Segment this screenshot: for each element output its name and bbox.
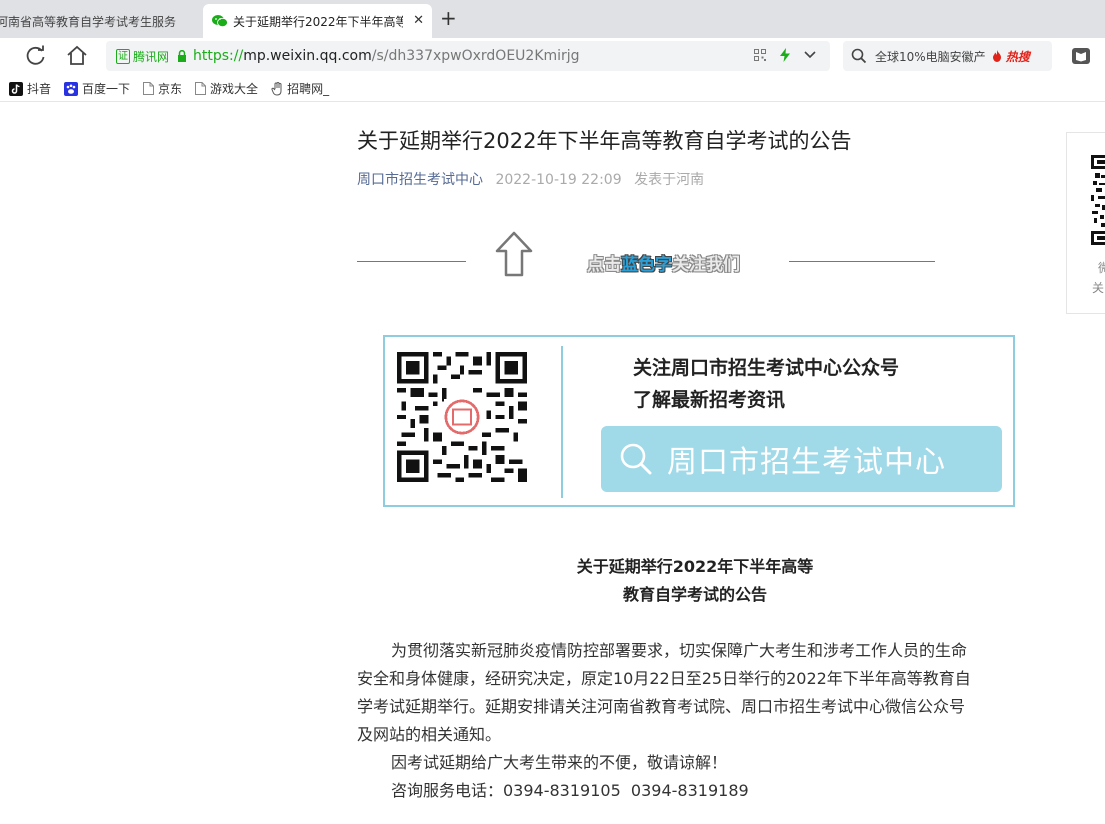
- url-scheme: https://: [193, 48, 244, 64]
- browser-toolbar: 证 腾讯网 https://mp.weixin.qq.com/s/dh337xp…: [0, 38, 1105, 74]
- apology-line: 因考试延期给广大考生带来的不便，敬请谅解！: [391, 753, 728, 772]
- account-name-link[interactable]: 周口市招生考试中心: [357, 172, 483, 188]
- heading-line: 教育自学考试的公告: [622, 585, 767, 604]
- tab-zikao-service[interactable]: 河南省高等教育自学考试考生服务: [0, 4, 200, 38]
- search-icon: [851, 48, 867, 64]
- banner-line-right: [789, 261, 935, 262]
- qr-code-image: [1091, 155, 1105, 245]
- tiktok-icon: [9, 81, 23, 96]
- account-search-bar: 周口市招生考试中心: [601, 426, 1002, 492]
- banner-line-left: [357, 261, 466, 262]
- tab-title: 关于延期举行2022年下半年高等教育: [233, 14, 403, 29]
- cert-label: 腾讯网: [133, 49, 170, 64]
- bookmarks-bar: 抖音 百度一下 京东 游戏大全 招聘网_: [0, 76, 1105, 102]
- bookmark-baidu[interactable]: 百度一下: [64, 80, 130, 97]
- address-bar[interactable]: 证 腾讯网 https://mp.weixin.qq.com/s/dh337xp…: [106, 41, 830, 71]
- notice-heading: 关于延期举行2022年下半年高等 教育自学考试的公告: [357, 553, 1033, 609]
- follow-qr-card: 关注周口市招生考试中心公众号 了解最新招考资讯 周口市招生考试中心: [383, 335, 1015, 507]
- account-search-text: 周口市招生考试中心: [667, 445, 946, 480]
- body-line: 为贯彻落实新冠肺炎疫情防控部署要求，切实保障广大考生和涉考工作人员的生命: [391, 641, 968, 660]
- bookmark-label: 百度一下: [82, 82, 131, 96]
- card-divider: [561, 346, 563, 498]
- new-tab-plus-icon[interactable]: +: [440, 8, 457, 28]
- reload-icon[interactable]: [24, 44, 48, 68]
- url-path: /s/dh337xpwOxrdOEU2Kmirjg: [371, 48, 580, 64]
- qr-card-line2: 了解最新招考资讯: [633, 389, 786, 411]
- chevron-down-icon[interactable]: [804, 51, 816, 59]
- up-arrow-icon: [495, 231, 533, 277]
- bookmark-label: 京东: [158, 82, 183, 96]
- hot-search-label: 热搜: [1005, 49, 1030, 64]
- tab-strip: 河南省高等教育自学考试考生服务 关于延期举行2022年下半年高等教育 ✕ +: [0, 0, 1105, 38]
- body-line: 学考试延期举行。延期安排请关注河南省教育考试院、周口市招生考试中心微信公众号: [357, 697, 966, 716]
- side-panel-text: 微: [1098, 261, 1105, 275]
- page-icon: [143, 82, 155, 95]
- qrcode-icon[interactable]: [754, 49, 766, 61]
- follow-highlight: 蓝色字: [621, 255, 672, 275]
- follow-prefix: 点击: [587, 255, 621, 275]
- bookmark-games[interactable]: 游戏大全: [195, 80, 258, 97]
- wechat-icon: [212, 15, 228, 28]
- follow-suffix: 关注我们: [672, 255, 740, 275]
- bookmark-label: 招聘网_: [287, 82, 330, 96]
- lightning-icon[interactable]: [780, 48, 790, 62]
- fire-icon: [992, 50, 1001, 62]
- follow-us-banner: 点击蓝色字关注我们: [357, 226, 935, 277]
- baidu-paw-icon: [64, 81, 79, 96]
- cert-icon: 证: [116, 48, 130, 64]
- hand-icon: [271, 81, 282, 96]
- qr-card-line1: 关注周口市招生考试中心公众号: [633, 357, 900, 379]
- follow-us-text: 点击蓝色字关注我们: [587, 250, 740, 275]
- contact-phone-line: 咨询服务电话：0394-8319105 0394-8319189: [391, 781, 749, 800]
- side-panel-text: 关: [1092, 281, 1105, 295]
- search-suggestion: 全球10%电脑安徽产: [875, 49, 986, 64]
- article-title: 关于延期举行2022年下半年高等教育自学考试的公告: [357, 129, 852, 153]
- side-qr-panel[interactable]: 微 关: [1066, 132, 1105, 314]
- body-line: 安全和身体健康，经研究决定，原定10月22日至25日举行的2022年下半年高等教…: [357, 669, 971, 688]
- article-meta: 周口市招生考试中心 2022-10-19 22:09 发表于河南: [357, 169, 704, 189]
- notice-body: 为贯彻落实新冠肺炎疫情防控部署要求，切实保障广大考生和涉考工作人员的生命 安全和…: [357, 637, 1037, 805]
- url-host: mp.weixin.qq.com: [243, 48, 372, 64]
- qr-code-image[interactable]: [397, 352, 527, 482]
- url-tools: [754, 48, 816, 62]
- close-tab-icon[interactable]: ✕: [413, 13, 424, 28]
- publish-date: 2022-10-19 22:09: [495, 172, 622, 188]
- lock-icon: [178, 50, 187, 62]
- bookmark-jobs[interactable]: 招聘网_: [271, 80, 329, 97]
- bookmark-jd[interactable]: 京东: [143, 80, 182, 97]
- bookmark-label: 抖音: [27, 82, 52, 96]
- tab-title: 河南省高等教育自学考试考生服务: [0, 14, 177, 29]
- search-icon: [620, 443, 652, 475]
- heading-line: 关于延期举行2022年下半年高等: [576, 557, 814, 576]
- bookmark-douyin[interactable]: 抖音: [9, 80, 51, 97]
- bookmark-label: 游戏大全: [210, 82, 259, 96]
- body-line: 及网站的相关通知。: [357, 725, 502, 744]
- home-icon[interactable]: [65, 44, 89, 68]
- site-cert-badge[interactable]: 证 腾讯网: [116, 48, 169, 65]
- tab-article[interactable]: 关于延期举行2022年下半年高等教育 ✕: [203, 4, 432, 38]
- publish-location: 发表于河南: [634, 172, 705, 188]
- page-icon: [195, 82, 207, 95]
- extension-book-icon[interactable]: [1071, 47, 1091, 65]
- search-box[interactable]: 全球10%电脑安徽产 热搜: [843, 41, 1052, 71]
